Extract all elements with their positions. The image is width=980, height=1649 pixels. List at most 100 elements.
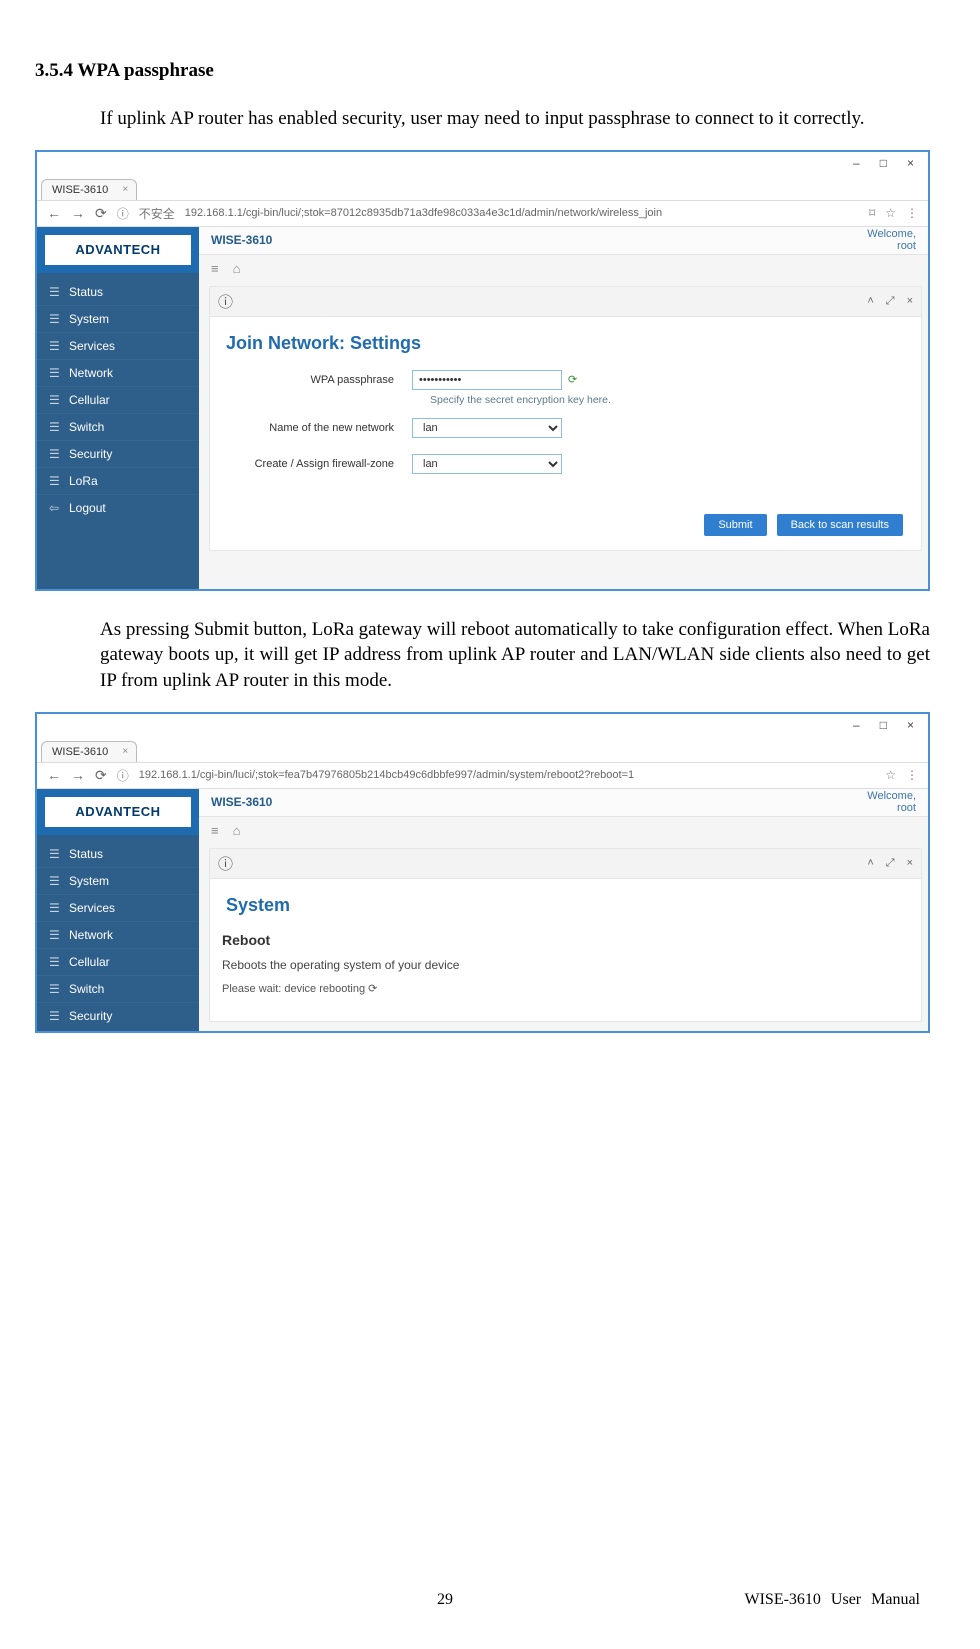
sidebar-item-system[interactable]: ☰System xyxy=(37,867,199,894)
sidebar-item-status[interactable]: ☰Status xyxy=(37,841,199,867)
manual-title-footer: WISE-3610 User Manual xyxy=(744,1591,920,1609)
menu-toggle-icon[interactable]: ≡ xyxy=(211,823,219,838)
panel-title: System xyxy=(226,895,903,916)
bookmark-icon[interactable]: ☆ xyxy=(885,206,896,220)
reveal-password-icon[interactable]: ⟳ xyxy=(568,373,577,386)
sidebar-item-security-partial[interactable]: ☰Security xyxy=(37,1002,199,1025)
tab-title: WISE-3610 xyxy=(52,746,108,758)
nav-forward-icon[interactable]: → xyxy=(71,767,85,783)
address-bar[interactable]: 192.168.1.1/cgi-bin/luci/;stok=fea7b4797… xyxy=(139,769,875,781)
list-icon: ☰ xyxy=(49,1009,61,1023)
intro-paragraph: If uplink AP router has enabled security… xyxy=(100,106,930,132)
menu-toggle-icon[interactable]: ≡ xyxy=(211,261,219,276)
list-icon: ☰ xyxy=(49,982,61,996)
wpa-passphrase-label: WPA passphrase xyxy=(222,374,412,386)
list-icon: ☰ xyxy=(49,285,61,299)
brand-logo: ADVANTECH xyxy=(37,789,199,835)
firewall-zone-label: Create / Assign firewall-zone xyxy=(222,458,412,470)
window-maximize-icon[interactable]: □ xyxy=(880,718,887,732)
window-maximize-icon[interactable]: □ xyxy=(880,156,887,170)
list-icon: ☰ xyxy=(49,420,61,434)
list-icon: ☰ xyxy=(49,901,61,915)
sidebar-item-switch[interactable]: ☰Switch xyxy=(37,413,199,440)
sidebar-item-status[interactable]: ☰Status xyxy=(37,279,199,305)
sidebar-item-cellular[interactable]: ☰Cellular xyxy=(37,948,199,975)
sidebar-item-services[interactable]: ☰Services xyxy=(37,332,199,359)
sidebar-item-services[interactable]: ☰Services xyxy=(37,894,199,921)
logout-icon: ⇦ xyxy=(49,501,61,515)
nav-back-icon[interactable]: ← xyxy=(47,767,61,783)
sidebar-item-logout[interactable]: ⇦Logout xyxy=(37,494,199,521)
section-heading: 3.5.4 WPA passphrase xyxy=(35,60,930,82)
translate-icon[interactable]: ⌑ xyxy=(869,206,875,220)
nav-reload-icon[interactable]: ⟳ xyxy=(95,205,107,222)
brand-logo: ADVANTECH xyxy=(37,227,199,273)
screenshot-join-network: – □ × WISE-3610 × ← → ⟳ ⓘ 不安全 192.168.1.… xyxy=(35,150,930,591)
info-icon[interactable]: ⓘ xyxy=(117,205,129,222)
close-tab-icon[interactable]: × xyxy=(122,746,128,757)
nav-forward-icon[interactable]: → xyxy=(71,205,85,221)
collapse-icon[interactable]: ˄ xyxy=(867,295,873,308)
reboot-heading: Reboot xyxy=(222,932,903,948)
second-paragraph: As pressing Submit button, LoRa gateway … xyxy=(100,617,930,694)
sidebar-item-switch[interactable]: ☰Switch xyxy=(37,975,199,1002)
home-icon[interactable]: ⌂ xyxy=(233,823,241,838)
info-badge-icon: ⓘ xyxy=(218,291,233,312)
sidebar-item-system[interactable]: ☰System xyxy=(37,305,199,332)
address-bar[interactable]: 192.168.1.1/cgi-bin/luci/;stok=87012c893… xyxy=(185,207,859,219)
nav-back-icon[interactable]: ← xyxy=(47,205,61,221)
sidebar-item-security[interactable]: ☰Security xyxy=(37,440,199,467)
close-tab-icon[interactable]: × xyxy=(122,184,128,195)
back-to-scan-button[interactable]: Back to scan results xyxy=(777,514,903,536)
submit-button[interactable]: Submit xyxy=(704,514,766,536)
window-minimize-icon[interactable]: – xyxy=(853,718,860,732)
screenshot-reboot: – □ × WISE-3610 × ← → ⟳ ⓘ 192.168.1.1/cg… xyxy=(35,712,930,1033)
sidebar-nav: ☰Status ☰System ☰Services ☰Network ☰Cell… xyxy=(37,279,199,521)
reboot-wait-message: Please wait: device rebooting ⟳ xyxy=(222,982,903,995)
tab-title: WISE-3610 xyxy=(52,184,108,196)
list-icon: ☰ xyxy=(49,339,61,353)
info-badge-icon: ⓘ xyxy=(218,853,233,874)
panel-title: Join Network: Settings xyxy=(226,333,903,354)
browser-tab[interactable]: WISE-3610 × xyxy=(41,179,137,200)
wpa-passphrase-help: Specify the secret encryption key here. xyxy=(430,394,903,406)
wpa-passphrase-input[interactable] xyxy=(412,370,562,390)
bookmark-icon[interactable]: ☆ xyxy=(885,768,896,782)
list-icon: ☰ xyxy=(49,474,61,488)
firewall-zone-select[interactable]: lan xyxy=(412,454,562,474)
sidebar-item-lora[interactable]: ☰LoRa xyxy=(37,467,199,494)
list-icon: ☰ xyxy=(49,393,61,407)
info-icon[interactable]: ⓘ xyxy=(117,767,129,784)
close-panel-icon[interactable]: × xyxy=(907,857,913,870)
list-icon: ☰ xyxy=(49,928,61,942)
list-icon: ☰ xyxy=(49,447,61,461)
list-icon: ☰ xyxy=(49,847,61,861)
close-panel-icon[interactable]: × xyxy=(907,295,913,308)
device-title: WISE-3610 xyxy=(211,233,272,247)
list-icon: ☰ xyxy=(49,312,61,326)
reboot-description: Reboots the operating system of your dev… xyxy=(222,958,903,972)
insecure-label: 不安全 xyxy=(139,205,175,222)
menu-icon[interactable]: ⋮ xyxy=(906,206,918,220)
menu-icon[interactable]: ⋮ xyxy=(906,768,918,782)
sidebar-item-network[interactable]: ☰Network xyxy=(37,359,199,386)
window-close-icon[interactable]: × xyxy=(907,156,914,170)
collapse-icon[interactable]: ˄ xyxy=(867,857,873,870)
nav-reload-icon[interactable]: ⟳ xyxy=(95,767,107,784)
window-minimize-icon[interactable]: – xyxy=(853,156,860,170)
expand-icon[interactable]: ⤢ xyxy=(886,295,895,308)
welcome-label: Welcome,root xyxy=(867,790,916,814)
sidebar-item-network[interactable]: ☰Network xyxy=(37,921,199,948)
list-icon: ☰ xyxy=(49,366,61,380)
network-name-label: Name of the new network xyxy=(222,422,412,434)
welcome-label: Welcome,root xyxy=(867,228,916,252)
expand-icon[interactable]: ⤢ xyxy=(886,857,895,870)
sidebar-nav: ☰Status ☰System ☰Services ☰Network ☰Cell… xyxy=(37,841,199,1025)
list-icon: ☰ xyxy=(49,874,61,888)
list-icon: ☰ xyxy=(49,955,61,969)
window-close-icon[interactable]: × xyxy=(907,718,914,732)
browser-tab[interactable]: WISE-3610 × xyxy=(41,741,137,762)
network-name-select[interactable]: lan xyxy=(412,418,562,438)
home-icon[interactable]: ⌂ xyxy=(233,261,241,276)
sidebar-item-cellular[interactable]: ☰Cellular xyxy=(37,386,199,413)
